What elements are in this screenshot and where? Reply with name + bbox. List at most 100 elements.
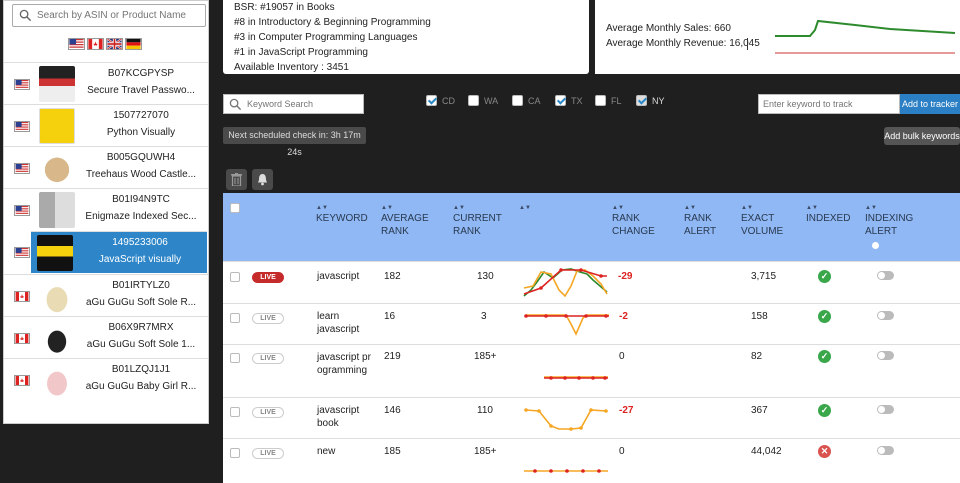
keyword-search[interactable] — [223, 94, 364, 114]
current-rank-cell: 130 — [477, 271, 494, 282]
live-toggle[interactable]: LIVE — [252, 407, 284, 418]
us-flag-icon — [14, 205, 30, 216]
product-title: Enigmaze Indexed Sec... — [85, 211, 197, 222]
state-filter-fl[interactable]: FL — [595, 95, 622, 106]
bsr-line: #3 in Computer Programming Languages — [234, 32, 418, 43]
row-checkbox[interactable] — [230, 272, 240, 282]
us-flag-icon — [14, 247, 30, 258]
product-thumbnail — [39, 108, 75, 144]
checkbox[interactable] — [426, 95, 437, 106]
exact-volume-cell: 3,715 — [751, 271, 777, 282]
checkbox[interactable] — [555, 95, 566, 106]
product-item[interactable]: B005GQUWH4 Treehaus Wood Castle... — [4, 146, 208, 188]
uk-flag-icon[interactable] — [106, 38, 123, 50]
row-checkbox[interactable] — [230, 407, 240, 417]
product-item[interactable]: B01I94N9TC Enigmaze Indexed Sec... — [4, 188, 208, 230]
indexing-alert-toggle[interactable] — [877, 311, 894, 320]
live-toggle[interactable]: LIVE — [252, 448, 284, 459]
checkbox[interactable] — [512, 95, 523, 106]
keyword-cell: javascript programming — [317, 352, 371, 376]
state-label: CA — [528, 95, 541, 106]
marketplace-flags — [68, 38, 142, 50]
row-checkbox[interactable] — [230, 353, 240, 363]
checkbox[interactable] — [595, 95, 606, 106]
sort-icon: ▲▼ — [316, 205, 328, 211]
delete-button[interactable] — [226, 169, 247, 190]
column-indexing-alert[interactable]: ▲▼ INDEXING ALERT — [865, 202, 913, 238]
track-keyword-field[interactable] — [758, 94, 900, 114]
column-indexed[interactable]: ▲▼ INDEXED — [806, 202, 850, 225]
us-flag-icon[interactable] — [68, 38, 85, 50]
column-keyword[interactable]: ▲▼ KEYWORD — [316, 202, 368, 225]
column-exact-volume[interactable]: ▲▼ EXACT VOLUME — [741, 202, 783, 238]
product-title: Treehaus Wood Castle... — [85, 169, 197, 180]
row-checkbox[interactable] — [230, 313, 240, 323]
column-chart[interactable]: ▲▼ — [519, 202, 531, 212]
keyword-cell: learn javascript — [317, 311, 360, 335]
state-filter-wa[interactable]: WA — [468, 95, 498, 106]
checkbox[interactable] — [636, 95, 647, 106]
current-rank-cell: 3 — [481, 311, 487, 322]
product-title: JavaScript visually — [98, 254, 182, 265]
product-title: aGu GuGu Soft Sole R... — [85, 297, 197, 308]
state-label: CD — [442, 95, 455, 106]
product-thumbnail — [39, 192, 75, 228]
product-item[interactable]: B06X9R7MRX aGu GuGu Soft Sole 1... — [4, 316, 208, 358]
indexing-alert-toggle[interactable] — [877, 351, 894, 360]
product-item[interactable]: B07KCGPYSP Secure Travel Passwo... — [4, 62, 208, 104]
alert-button[interactable] — [252, 169, 273, 190]
live-toggle[interactable]: LIVE — [252, 313, 284, 324]
product-title: Python Visually — [106, 127, 176, 138]
add-to-tracker-button[interactable]: Add to tracker — [900, 94, 960, 114]
keyword-search-input[interactable] — [247, 97, 359, 111]
state-filter-tx[interactable]: TX — [555, 95, 583, 106]
sort-icon: ▲▼ — [519, 205, 531, 211]
keyword-table: ▲▼ KEYWORD ▲▼ AVERAGE RANK ▲▼ CURRENT RANK ▲▼… — [223, 193, 960, 483]
product-thumbnail — [39, 66, 75, 102]
product-asin: B06X9R7MRX — [108, 322, 174, 333]
column-rank-change[interactable]: ▲▼ RANK CHANGE — [612, 202, 655, 238]
sort-icon: ▲▼ — [865, 205, 877, 211]
indexing-alert-toggle[interactable] — [877, 446, 894, 455]
table-row: LIVE learn javascript 16 3 -2 158 ✓ — [223, 303, 960, 344]
live-toggle[interactable]: LIVE — [252, 272, 284, 283]
product-item[interactable]: B01IRTYLZ0 aGu GuGu Soft Sole R... — [4, 274, 208, 316]
track-keyword-input[interactable] — [763, 97, 895, 111]
state-filter-cd[interactable]: CD — [426, 95, 455, 106]
sales-trend-sparkline — [775, 19, 955, 54]
indexing-alert-toggle[interactable] — [877, 271, 894, 280]
state-filter-ca[interactable]: CA — [512, 95, 541, 106]
product-item-selected[interactable]: 1495233006 JavaScript visually — [31, 231, 207, 273]
current-rank-cell: 110 — [477, 405, 493, 416]
indexing-alert-toggle[interactable] — [877, 405, 894, 414]
product-thumbnail — [37, 235, 73, 271]
ca-flag-icon[interactable] — [87, 38, 104, 50]
de-flag-icon[interactable] — [125, 38, 142, 50]
product-item[interactable]: B01LZQJ1J1 aGu GuGu Baby Girl R... — [4, 358, 208, 400]
product-search[interactable] — [12, 4, 206, 27]
product-thumbnail — [39, 278, 75, 314]
live-toggle[interactable]: LIVE — [252, 353, 284, 364]
row-checkbox[interactable] — [230, 448, 240, 458]
state-label: NY — [652, 95, 665, 106]
product-search-input[interactable] — [37, 7, 202, 24]
column-rank-alert[interactable]: ▲▼ RANK ALERT — [684, 202, 716, 238]
rank-sparkline — [544, 376, 608, 380]
checkbox[interactable] — [468, 95, 479, 106]
rank-change-cell: -29 — [618, 271, 633, 282]
add-bulk-keywords-button[interactable]: Add bulk keywords — [884, 127, 960, 145]
state-filter-ny[interactable]: NY — [636, 95, 665, 106]
bsr-line: #8 in Introductory & Beginning Programmi… — [234, 17, 431, 28]
product-thumbnail — [39, 320, 75, 356]
state-label: TX — [571, 95, 583, 106]
column-current-rank[interactable]: ▲▼ CURRENT RANK — [453, 202, 502, 238]
exact-volume-cell: 44,042 — [751, 446, 782, 457]
average-rank-cell: 16 — [384, 311, 396, 322]
state-label: FL — [611, 95, 622, 106]
product-asin: 1507727070 — [113, 110, 169, 121]
column-average-rank[interactable]: ▲▼ AVERAGE RANK — [381, 202, 429, 238]
product-item[interactable]: 1507727070 Python Visually — [4, 104, 208, 146]
select-all-checkbox[interactable] — [230, 203, 240, 213]
search-icon — [229, 98, 242, 111]
product-asin: 1495233006 — [112, 237, 168, 248]
